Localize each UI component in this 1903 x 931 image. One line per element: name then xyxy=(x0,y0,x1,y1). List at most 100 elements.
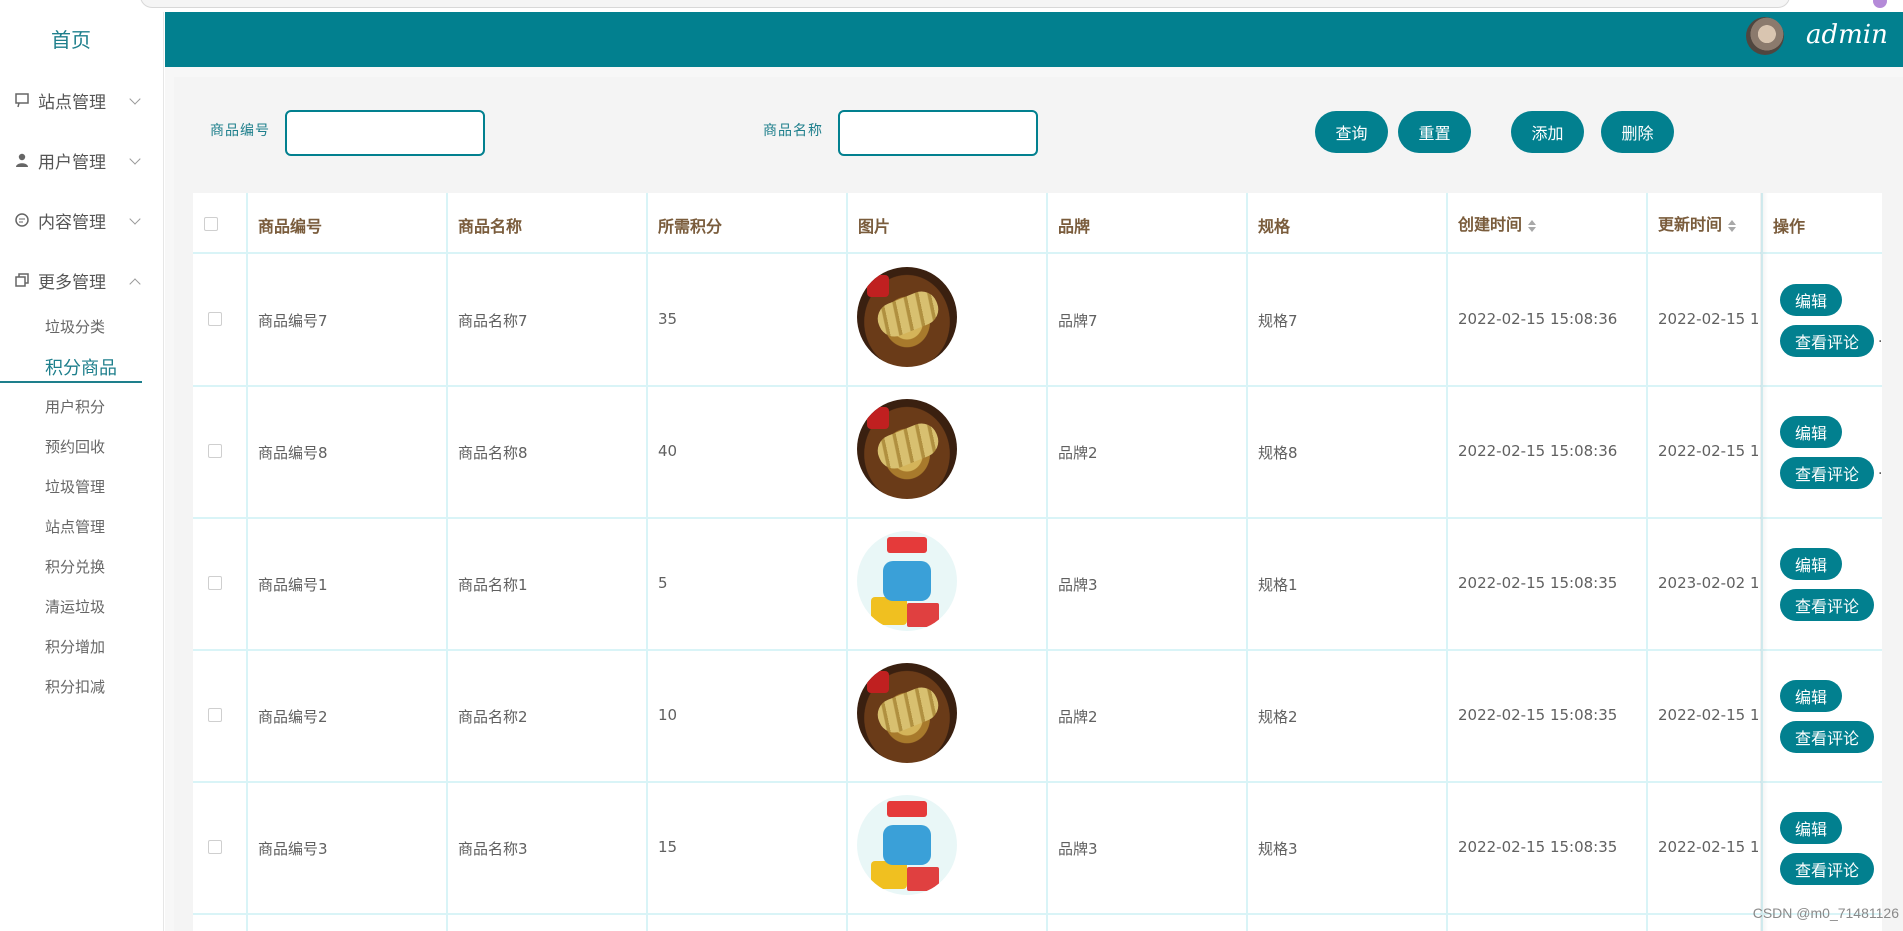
column-header-image: 图片 xyxy=(858,217,891,236)
row-checkbox[interactable] xyxy=(208,444,222,458)
cell-points: 5 xyxy=(658,574,668,592)
sidebar-group-user[interactable]: 用户管理 xyxy=(0,140,164,180)
cell-name: 商品名称8 xyxy=(458,444,528,462)
table-row: 商品编号2 商品名称2 10 品牌2 规格2 2022-02-15 15:08:… xyxy=(193,650,1882,782)
cell-code: 商品编号2 xyxy=(258,708,328,726)
avatar[interactable] xyxy=(1746,17,1784,55)
edit-button[interactable]: 编辑 xyxy=(1780,680,1842,712)
sidebar-item-waste-category[interactable]: 垃圾分类 xyxy=(45,316,105,337)
sidebar-group-more[interactable]: 更多管理 xyxy=(0,260,164,300)
cell-updated: 2022-02-15 15 xyxy=(1658,310,1758,328)
cell-code: 商品编号7 xyxy=(258,312,328,330)
view-reviews-button[interactable]: 查看评论 xyxy=(1780,457,1874,489)
cell-points: 10 xyxy=(658,706,678,724)
sidebar-item-user-points[interactable]: 用户积分 xyxy=(45,396,105,417)
cell-updated: 2022-02-15 15 xyxy=(1658,442,1758,460)
cell-code: 商品编号8 xyxy=(258,444,328,462)
cell-spec: 规格1 xyxy=(1258,576,1298,594)
query-button[interactable]: 查询 xyxy=(1315,111,1388,153)
username-label[interactable]: admin xyxy=(1806,20,1888,50)
view-reviews-button[interactable]: 查看评论 xyxy=(1780,853,1874,885)
cell-updated: 2022-02-15 15 xyxy=(1658,706,1758,724)
cell-updated: 2022-02-15 15 xyxy=(1658,838,1758,856)
product-code-input[interactable] xyxy=(285,110,485,156)
column-header-spec: 规格 xyxy=(1258,217,1291,236)
product-image-mooncake[interactable] xyxy=(857,267,957,367)
row-checkbox[interactable] xyxy=(208,708,222,722)
row-checkbox[interactable] xyxy=(208,840,222,854)
sidebar-group-site[interactable]: 站点管理 xyxy=(0,80,164,120)
product-image-toy[interactable] xyxy=(857,795,957,895)
sidebar-group-label: 内容管理 xyxy=(38,212,106,233)
profile-dot-icon[interactable] xyxy=(1873,0,1887,8)
reset-button[interactable]: 重置 xyxy=(1398,111,1471,153)
column-header-created[interactable]: 创建时间 xyxy=(1458,211,1537,235)
app-root: 首页 站点管理 用户管理 内容管理 更多管理 垃圾分类 积分商品 用户积分 预约… xyxy=(0,0,1903,931)
product-image-mooncake[interactable] xyxy=(857,663,957,763)
overflow-mark: . xyxy=(1878,462,1883,478)
add-button[interactable]: 添加 xyxy=(1511,111,1584,153)
sort-icon[interactable] xyxy=(1728,219,1737,233)
monitor-icon xyxy=(14,92,30,108)
column-header-points: 所需积分 xyxy=(658,217,723,236)
cell-brand: 品牌3 xyxy=(1058,840,1098,858)
address-bar[interactable] xyxy=(140,0,1790,8)
cell-points: 35 xyxy=(658,310,678,328)
select-all-checkbox[interactable] xyxy=(204,217,218,231)
sidebar-item-points-add[interactable]: 积分增加 xyxy=(45,636,105,657)
product-image-mooncake[interactable] xyxy=(857,399,957,499)
sidebar: 首页 站点管理 用户管理 内容管理 更多管理 垃圾分类 积分商品 用户积分 预约… xyxy=(0,12,164,931)
cell-created: 2022-02-15 15:08:35 xyxy=(1458,838,1618,856)
cell-created: 2022-02-15 15:08:35 xyxy=(1458,574,1618,592)
chevron-down-icon xyxy=(129,93,141,105)
sidebar-item-clear-waste[interactable]: 清运垃圾 xyxy=(45,596,105,617)
top-header xyxy=(165,12,1903,67)
row-checkbox[interactable] xyxy=(208,312,222,326)
sidebar-item-waste-manage[interactable]: 垃圾管理 xyxy=(45,476,105,497)
sidebar-item-site-manage[interactable]: 站点管理 xyxy=(45,516,105,537)
product-image-toy[interactable] xyxy=(857,531,957,631)
sidebar-group-label: 用户管理 xyxy=(38,152,106,173)
active-item-underline xyxy=(0,381,142,383)
chevron-down-icon xyxy=(129,153,141,165)
cell-created: 2022-02-15 15:08:35 xyxy=(1458,706,1618,724)
edit-button[interactable]: 编辑 xyxy=(1780,812,1842,844)
user-icon xyxy=(14,152,30,168)
cell-spec: 规格7 xyxy=(1258,312,1298,330)
delete-button[interactable]: 删除 xyxy=(1601,111,1674,153)
sidebar-group-label: 更多管理 xyxy=(38,272,106,293)
view-reviews-button[interactable]: 查看评论 xyxy=(1780,721,1874,753)
cell-name: 商品名称1 xyxy=(458,576,528,594)
view-reviews-button[interactable]: 查看评论 xyxy=(1780,589,1874,621)
sort-icon[interactable] xyxy=(1528,219,1537,233)
product-name-input[interactable] xyxy=(838,110,1038,156)
sidebar-item-booking-recycle[interactable]: 预约回收 xyxy=(45,436,105,457)
edit-button[interactable]: 编辑 xyxy=(1780,284,1842,316)
column-header-brand: 品牌 xyxy=(1058,217,1091,236)
sidebar-home-link[interactable]: 首页 xyxy=(0,24,142,53)
cell-points: 15 xyxy=(658,838,678,856)
cell-code: 商品编号1 xyxy=(258,576,328,594)
cell-points: 40 xyxy=(658,442,678,460)
sidebar-item-points-deduct[interactable]: 积分扣减 xyxy=(45,676,105,697)
table-row: 商品编号7 商品名称7 35 品牌7 规格7 2022-02-15 15:08:… xyxy=(193,254,1882,386)
view-reviews-button[interactable]: 查看评论 xyxy=(1780,325,1874,357)
cell-spec: 规格3 xyxy=(1258,840,1298,858)
column-header-label: 更新时间 xyxy=(1658,215,1723,234)
fixed-column-shadow xyxy=(1760,193,1768,931)
sidebar-group-content[interactable]: 内容管理 xyxy=(0,200,164,240)
edit-button[interactable]: 编辑 xyxy=(1780,416,1842,448)
column-header-actions: 操作 xyxy=(1773,217,1806,236)
sidebar-item-points-exchange[interactable]: 积分兑换 xyxy=(45,556,105,577)
edit-button[interactable]: 编辑 xyxy=(1780,548,1842,580)
message-icon xyxy=(14,212,30,228)
chevron-up-icon xyxy=(129,278,141,290)
goods-table: 商品编号 商品名称 所需积分 图片 品牌 规格 创建时间 更新时间 操作 商品编… xyxy=(193,193,1882,931)
cell-brand: 品牌2 xyxy=(1058,444,1098,462)
cell-brand: 品牌7 xyxy=(1058,312,1098,330)
row-checkbox[interactable] xyxy=(208,576,222,590)
column-header-code: 商品编号 xyxy=(258,217,323,236)
sidebar-item-points-goods[interactable]: 积分商品 xyxy=(45,354,117,380)
column-header-name: 商品名称 xyxy=(458,217,523,236)
column-header-updated[interactable]: 更新时间 xyxy=(1658,211,1737,235)
